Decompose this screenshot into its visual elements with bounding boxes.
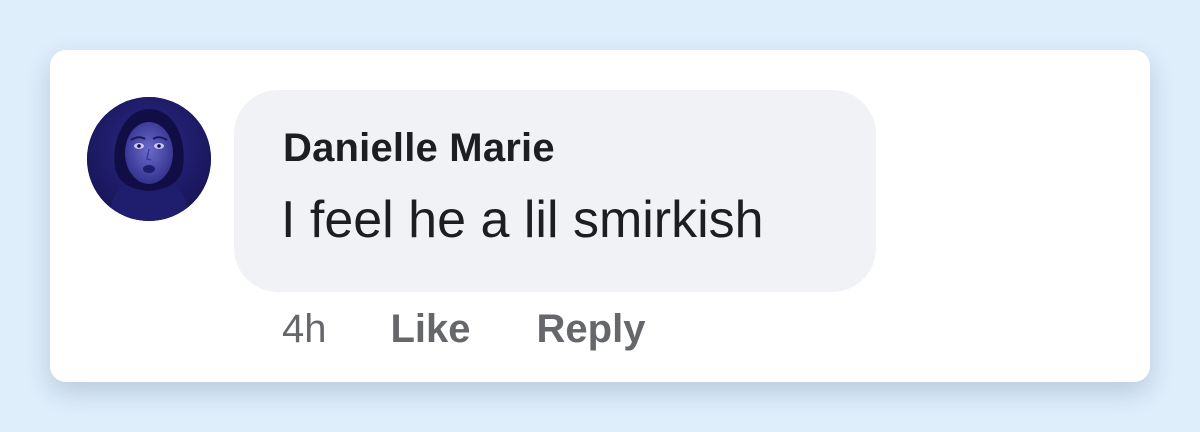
reply-button[interactable]: Reply xyxy=(537,307,646,352)
like-button[interactable]: Like xyxy=(391,307,471,352)
comment-bubble: Danielle Marie I feel he a lil smirkish xyxy=(234,90,876,292)
avatar-photo xyxy=(87,97,211,221)
comment-actions: 4h Like Reply xyxy=(282,304,645,354)
comment-text: I feel he a lil smirkish xyxy=(281,191,764,249)
comment-author[interactable]: Danielle Marie xyxy=(283,126,555,171)
avatar[interactable] xyxy=(87,97,211,221)
comment-timestamp[interactable]: 4h xyxy=(282,307,327,352)
comment-card: Danielle Marie I feel he a lil smirkish … xyxy=(50,50,1150,382)
